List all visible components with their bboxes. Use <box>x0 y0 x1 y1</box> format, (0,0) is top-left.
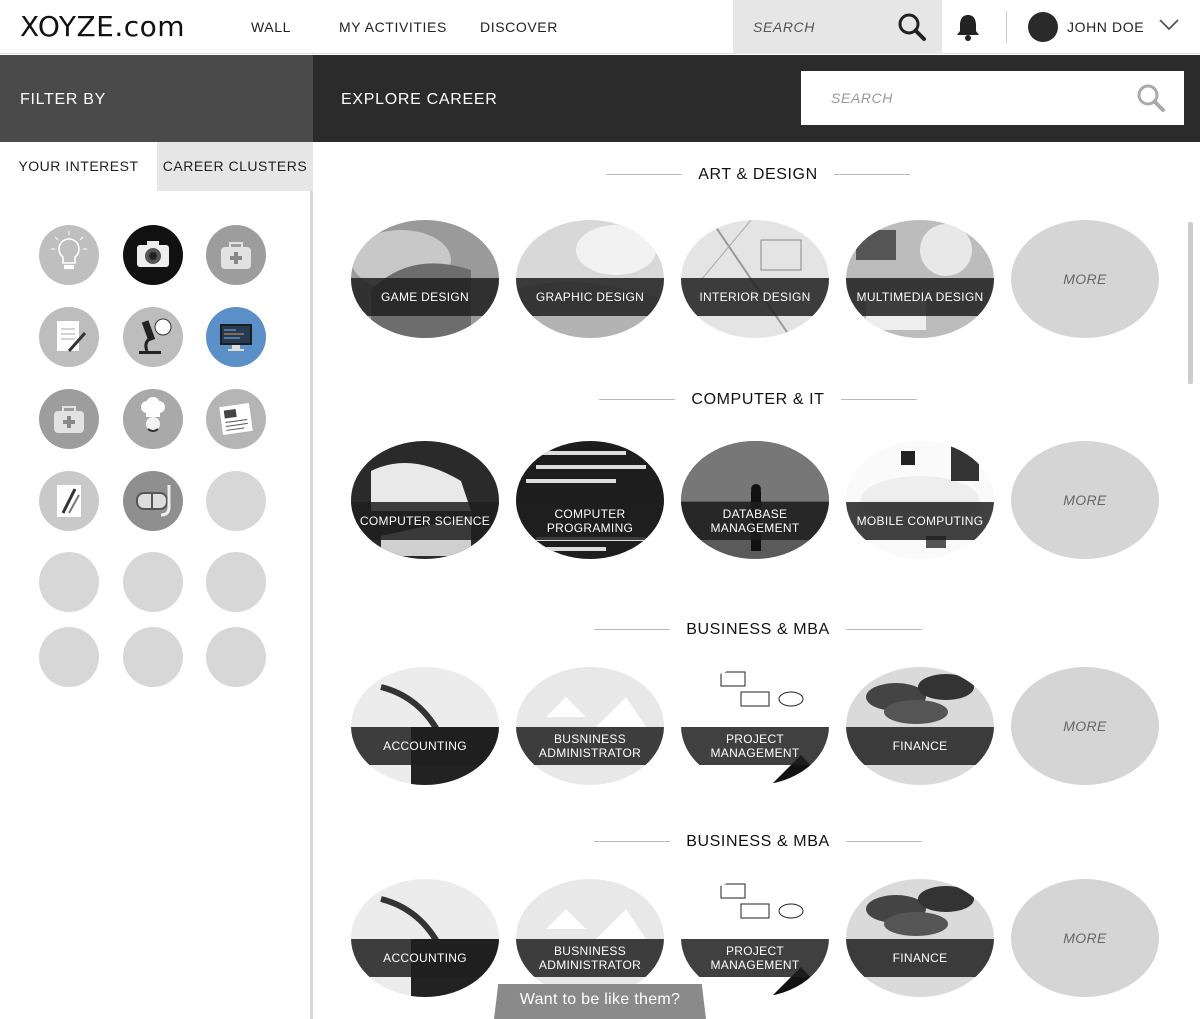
user-name[interactable]: JOHN DOE <box>1067 19 1144 35</box>
career-card[interactable]: MOBILE COMPUTING <box>846 441 994 559</box>
career-card[interactable]: BUSNINESS ADMINISTRATOR <box>516 879 664 997</box>
brand-logo[interactable]: XOYZE.com <box>20 10 185 43</box>
divider <box>1006 11 1007 43</box>
career-card[interactable]: COMPUTER PROGRAMING <box>516 441 664 559</box>
career-card[interactable]: INTERIOR DESIGN <box>681 220 829 338</box>
search-icon[interactable] <box>1136 83 1166 113</box>
career-card[interactable]: PROJECT MANAGEMENT <box>681 879 829 997</box>
career-card[interactable]: FINANCE <box>846 879 994 997</box>
career-explorer: ART & DESIGN GAME DESIGN GRAPHIC DESIGN … <box>316 142 1200 1019</box>
career-card-row: COMPUTER SCIENCE COMPUTER PROGRAMING DAT… <box>351 441 1161 561</box>
more-button[interactable]: MORE <box>1011 441 1159 559</box>
filter-title: FILTER BY <box>20 91 107 108</box>
computer-icon[interactable] <box>206 307 266 367</box>
drawing-tools-icon[interactable] <box>39 471 99 531</box>
career-card[interactable]: ACCOUNTING <box>351 879 499 997</box>
career-card[interactable]: GRAPHIC DESIGN <box>516 220 664 338</box>
chef-icon[interactable] <box>123 389 183 449</box>
section-title: BUSINESS & MBA <box>316 621 1200 639</box>
empty-icon-slot[interactable] <box>123 627 183 687</box>
search-icon[interactable] <box>897 12 927 42</box>
explore-search-box <box>801 71 1184 125</box>
career-card-row: ACCOUNTING BUSNINESS ADMINISTRATOR PROJE… <box>351 667 1161 787</box>
career-card-row: ACCOUNTING BUSNINESS ADMINISTRATOR PROJE… <box>351 879 1161 999</box>
nav-my-activities[interactable]: MY ACTIVITIES <box>339 19 447 35</box>
nav-discover[interactable]: DISCOVER <box>480 19 558 35</box>
filter-sidebar: YOUR INTEREST CAREER CLUSTERS <box>0 142 313 1019</box>
more-button[interactable]: MORE <box>1011 220 1159 338</box>
camera-icon[interactable] <box>123 225 183 285</box>
empty-icon-slot[interactable] <box>206 552 266 612</box>
top-nav-bar: XOYZE.com WALL MY ACTIVITIES DISCOVER JO… <box>0 0 1200 54</box>
empty-icon-slot[interactable] <box>39 552 99 612</box>
top-search-input[interactable] <box>733 0 893 54</box>
scrollbar[interactable] <box>1188 222 1193 384</box>
empty-icon-slot[interactable] <box>206 471 266 531</box>
career-card[interactable]: ACCOUNTING <box>351 667 499 785</box>
more-button[interactable]: MORE <box>1011 667 1159 785</box>
career-card[interactable]: MULTIMEDIA DESIGN <box>846 220 994 338</box>
section-title: BUSINESS & MBA <box>316 833 1200 851</box>
tab-career-clusters[interactable]: CAREER CLUSTERS <box>157 142 313 191</box>
more-button[interactable]: MORE <box>1011 879 1159 997</box>
filter-header: FILTER BY <box>0 55 313 142</box>
nav-wall[interactable]: WALL <box>251 19 291 35</box>
career-card[interactable]: COMPUTER SCIENCE <box>351 441 499 559</box>
career-card[interactable]: DATABASE MANAGEMENT <box>681 441 829 559</box>
bell-icon[interactable] <box>955 13 981 41</box>
medical-kit-icon[interactable] <box>39 389 99 449</box>
career-card[interactable]: FINANCE <box>846 667 994 785</box>
section-title: ART & DESIGN <box>316 166 1200 184</box>
explore-search-input[interactable] <box>801 71 1121 125</box>
explore-header: EXPLORE CAREER <box>313 55 1200 142</box>
newspaper-icon[interactable] <box>206 389 266 449</box>
chevron-down-icon[interactable] <box>1158 18 1180 32</box>
microscope-icon[interactable] <box>123 307 183 367</box>
empty-icon-slot[interactable] <box>206 627 266 687</box>
medical-kit-icon[interactable] <box>206 225 266 285</box>
empty-icon-slot[interactable] <box>123 552 183 612</box>
lightbulb-icon[interactable] <box>39 225 99 285</box>
career-card[interactable]: GAME DESIGN <box>351 220 499 338</box>
explore-title: EXPLORE CAREER <box>341 91 498 108</box>
want-to-be-like-them-button[interactable]: Want to be like them? <box>494 984 706 1019</box>
avatar[interactable] <box>1028 12 1058 42</box>
career-card-row: GAME DESIGN GRAPHIC DESIGN INTERIOR DESI… <box>351 220 1161 340</box>
career-card[interactable]: PROJECT MANAGEMENT <box>681 667 829 785</box>
notepad-icon[interactable] <box>39 307 99 367</box>
section-title: COMPUTER & IT <box>316 391 1200 409</box>
career-card[interactable]: BUSNINESS ADMINISTRATOR <box>516 667 664 785</box>
tab-your-interest[interactable]: YOUR INTEREST <box>0 142 157 191</box>
diving-mask-icon[interactable] <box>123 471 183 531</box>
top-search-box <box>733 0 942 54</box>
empty-icon-slot[interactable] <box>39 627 99 687</box>
